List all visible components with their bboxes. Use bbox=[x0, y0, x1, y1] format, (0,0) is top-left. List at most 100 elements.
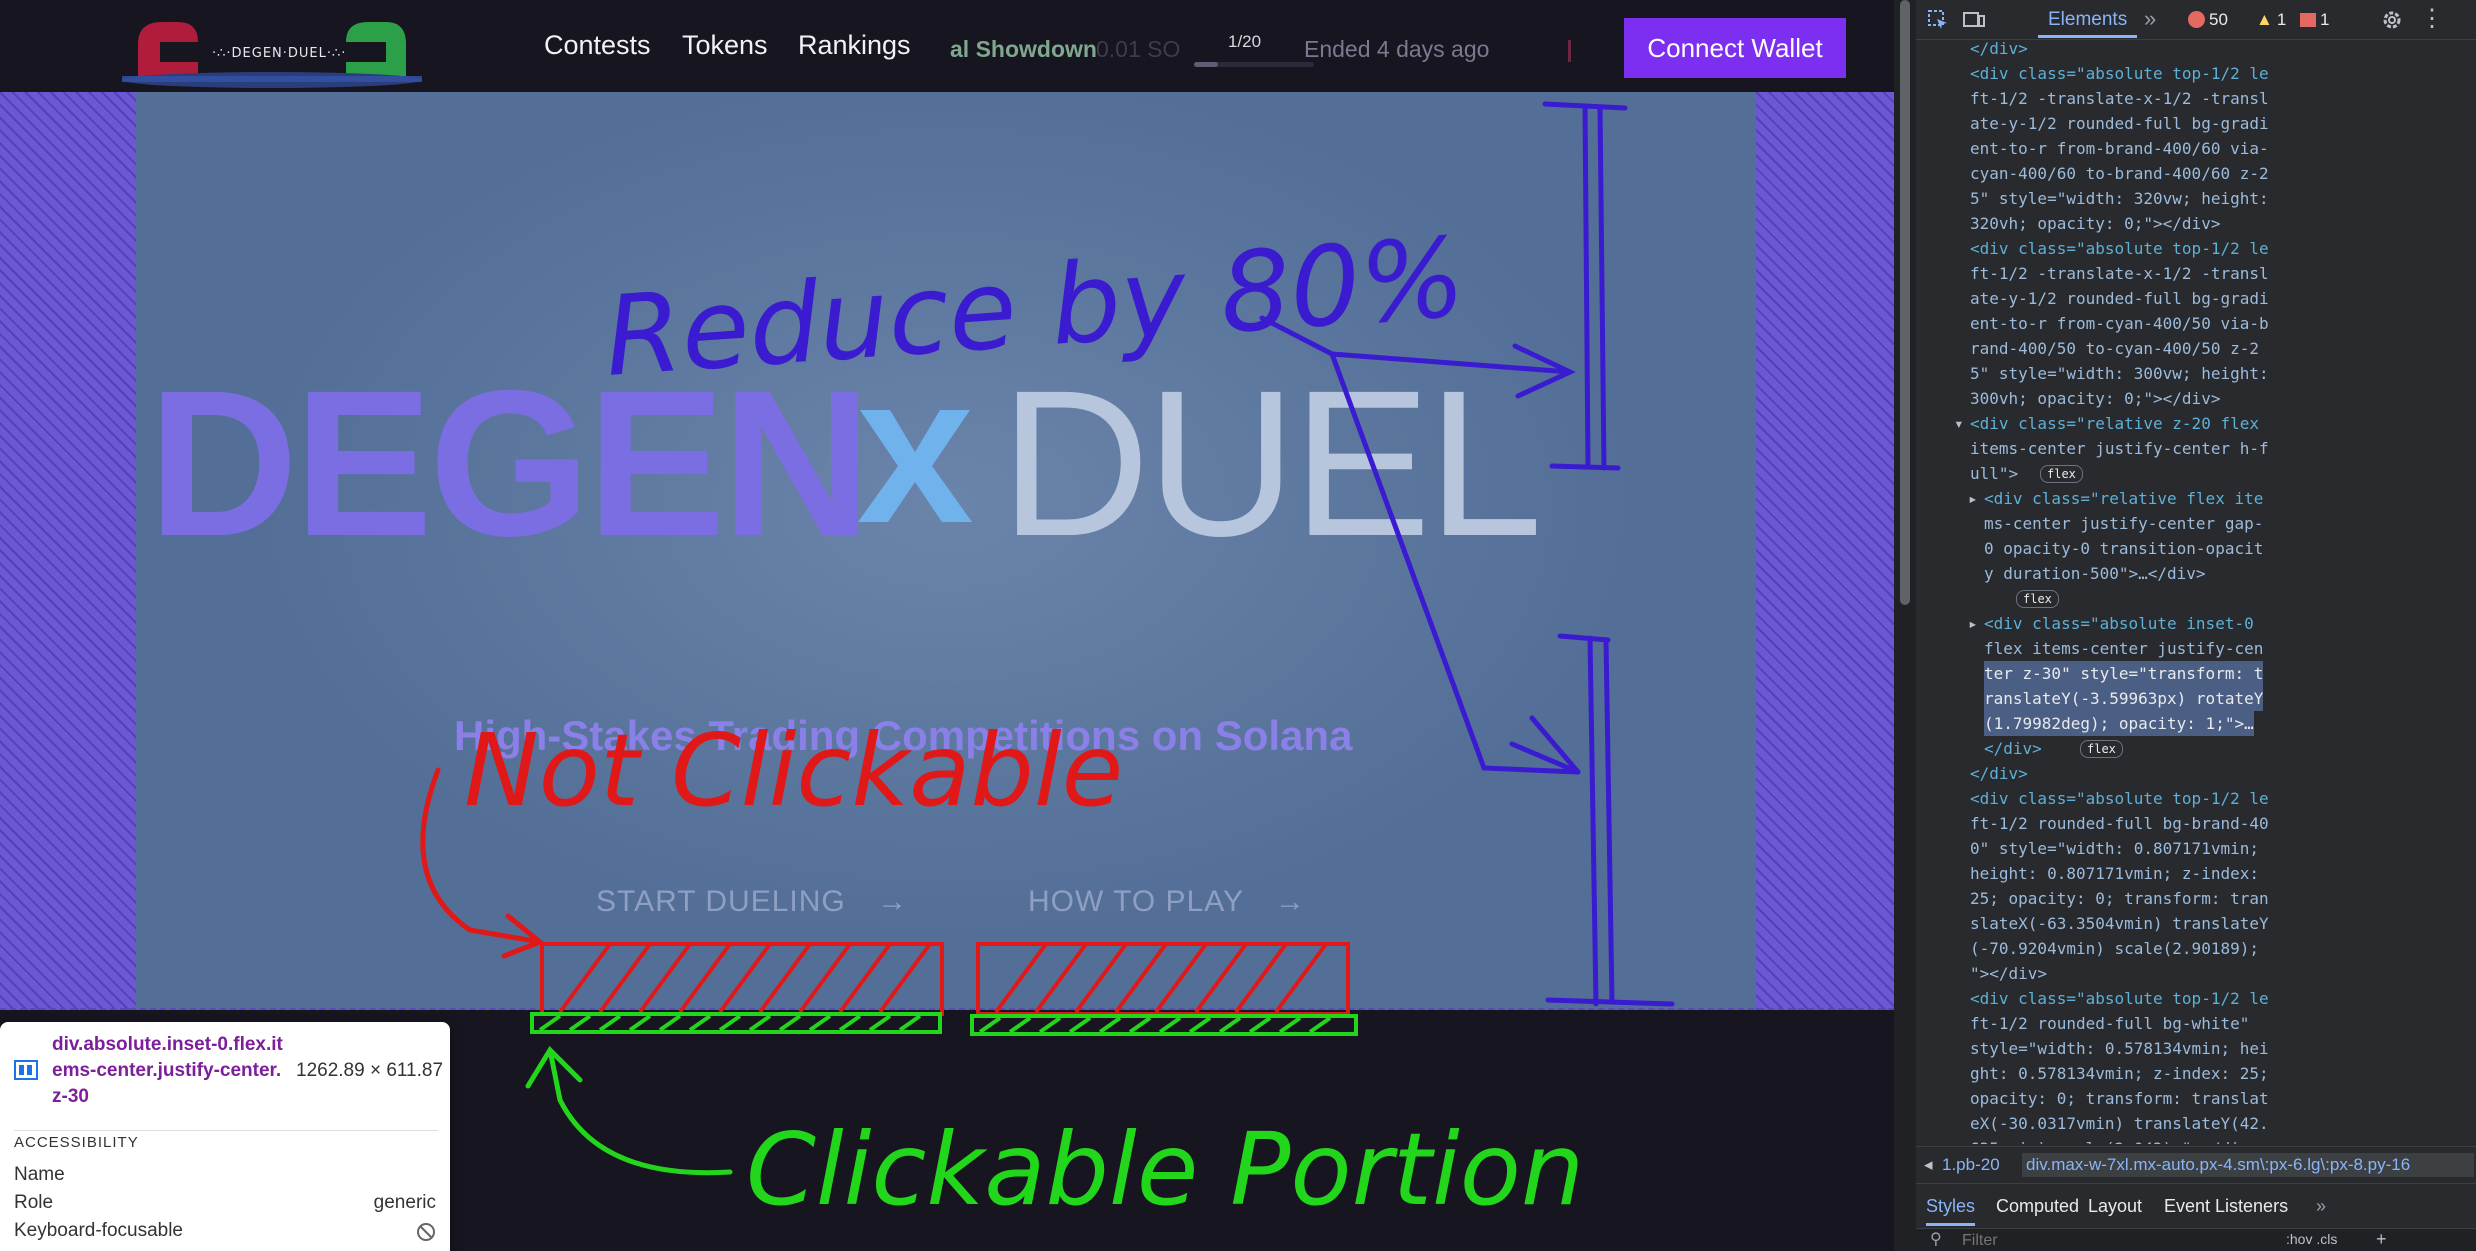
dom-node-line[interactable]: <div class="absolute top-1/2 le bbox=[1970, 986, 2269, 1011]
more-tabs-icon[interactable]: » bbox=[2144, 6, 2156, 32]
tab-elements[interactable]: Elements bbox=[2038, 2, 2138, 38]
filter-icon: ⚲ bbox=[1930, 1231, 1942, 1248]
site-logo[interactable]: ·∴·DEGEN·DUEL·∴· bbox=[118, 14, 426, 92]
dom-node-line[interactable]: ms-center justify-center gap- bbox=[1984, 511, 2263, 536]
issues-counter[interactable]: 1 bbox=[2300, 10, 2329, 30]
dom-node-line[interactable]: <div class="relative flex ite bbox=[1984, 486, 2263, 511]
dom-node-line[interactable]: 5" style="width: 320vw; height: bbox=[1970, 186, 2269, 211]
page-scrollbar[interactable] bbox=[1894, 0, 1916, 1251]
styles-filter-input[interactable] bbox=[1962, 1231, 2162, 1251]
dom-node-line[interactable]: </div> bbox=[1970, 40, 2028, 61]
page-scrollbar-thumb[interactable] bbox=[1900, 0, 1910, 605]
hero-tagline: High-Stakes Trading Competitions on Sola… bbox=[454, 712, 1353, 759]
dom-node-line[interactable]: style="width: 0.578134vmin; hei bbox=[1970, 1036, 2269, 1061]
tab-computed[interactable]: Computed bbox=[1996, 1196, 2079, 1217]
dom-node-line[interactable]: ent-to-r from-cyan-400/50 via-b bbox=[1970, 311, 2269, 336]
connect-wallet-button[interactable]: Connect Wallet bbox=[1624, 18, 1846, 78]
error-counter[interactable]: 50 bbox=[2188, 10, 2228, 30]
nav-rankings-link[interactable]: Rankings bbox=[798, 30, 911, 61]
tab-styles[interactable]: Styles bbox=[1926, 1196, 1976, 1226]
dom-node-line[interactable]: <div class="relative z-20 flex bbox=[1970, 411, 2259, 436]
not-allowed-icon bbox=[417, 1223, 435, 1241]
dom-node-line[interactable]: flex items-center justify-cen bbox=[1984, 636, 2263, 661]
dom-node-line[interactable]: <div class="absolute top-1/2 le bbox=[1970, 61, 2269, 86]
dom-node-line[interactable]: ter z-30" style="transform: t bbox=[1984, 661, 2264, 686]
dom-node-line[interactable]: ent-to-r from-brand-400/60 via- bbox=[1970, 136, 2269, 161]
dom-node-line[interactable]: eX(-30.0317vmin) translateY(42. bbox=[1970, 1111, 2269, 1136]
dom-node-line[interactable]: rand-400/50 to-cyan-400/50 z-2 bbox=[1970, 336, 2259, 361]
flex-badge[interactable]: flex bbox=[2080, 740, 2123, 758]
issues-count: 1 bbox=[2320, 10, 2330, 29]
dom-node-line[interactable]: <div class="absolute top-1/2 le bbox=[1970, 236, 2269, 261]
more-tabs-icon[interactable]: » bbox=[2316, 1196, 2326, 1217]
dom-node-line[interactable]: <div class="absolute inset-0 bbox=[1984, 611, 2254, 636]
dom-node-line[interactable]: </div> bbox=[1984, 736, 2042, 761]
nav-contests-link[interactable]: Contests bbox=[544, 30, 651, 61]
inspect-element-icon[interactable] bbox=[1926, 8, 1950, 32]
inspector-accessibility-heading: ACCESSIBILITY bbox=[14, 1134, 139, 1151]
breadcrumb-item[interactable]: 1.pb-20 bbox=[1942, 1155, 2000, 1175]
expand-triangle-icon[interactable]: ▸ bbox=[1968, 486, 1978, 511]
expand-triangle-icon[interactable]: ▸ bbox=[1968, 611, 1978, 636]
dom-node-line[interactable]: 300vh; opacity: 0;"></div> bbox=[1970, 386, 2220, 411]
hov-cls-toggles[interactable]: :hov .cls bbox=[2286, 1231, 2337, 1247]
nav-tokens-link[interactable]: Tokens bbox=[682, 30, 768, 61]
dom-node-line[interactable]: cyan-400/60 to-brand-400/60 z-2 bbox=[1970, 161, 2269, 186]
dom-node-line[interactable]: ght: 0.578134vmin; z-index: 25; bbox=[1970, 1061, 2269, 1086]
dom-node-line[interactable]: items-center justify-center h-f bbox=[1970, 436, 2269, 461]
warning-counter[interactable]: ▲ 1 bbox=[2256, 10, 2286, 30]
how-to-play-label: HOW TO PLAY bbox=[1028, 885, 1244, 918]
breadcrumb: ◂ 1.pb-20 div.max-w-7xl.mx-auto.px-4.sm\… bbox=[1916, 1146, 2476, 1184]
dom-node-line[interactable]: ate-y-1/2 rounded-full bg-gradi bbox=[1970, 286, 2269, 311]
dom-node-line[interactable]: 320vh; opacity: 0;"></div> bbox=[1970, 211, 2220, 236]
settings-gear-icon[interactable] bbox=[2380, 8, 2404, 32]
tab-layout[interactable]: Layout bbox=[2088, 1196, 2142, 1217]
how-to-play-button[interactable]: HOW TO PLAY → bbox=[976, 866, 1376, 938]
tab-event-listeners[interactable]: Event Listeners bbox=[2164, 1196, 2288, 1217]
dom-node-line[interactable]: 25; opacity: 0; transform: tran bbox=[1970, 886, 2269, 911]
dom-node-line[interactable]: 0 opacity-0 transition-opacit bbox=[1984, 536, 2263, 561]
devtools-menu-icon[interactable]: ⋮ bbox=[2420, 4, 2444, 33]
dom-node-line[interactable]: ft-1/2 -translate-x-1/2 -transl bbox=[1970, 261, 2269, 286]
dom-node-line[interactable]: (-70.9204vmin) scale(2.90189); bbox=[1970, 936, 2259, 961]
breadcrumb-left-arrow-icon[interactable]: ◂ bbox=[1924, 1155, 1933, 1175]
dom-node-line[interactable]: opacity: 0; transform: translat bbox=[1970, 1086, 2269, 1111]
svg-text:·∴·DEGEN·DUEL·∴·: ·∴·DEGEN·DUEL·∴· bbox=[212, 46, 346, 61]
dom-node-line[interactable]: slateX(-63.3504vmin) translateY bbox=[1970, 911, 2269, 936]
hero-x-logo-icon bbox=[858, 410, 972, 522]
flex-badge[interactable]: flex bbox=[2040, 465, 2083, 483]
dom-node-line[interactable]: y duration-500">…</div> bbox=[1984, 561, 2206, 586]
start-dueling-button[interactable]: START DUELING → bbox=[544, 866, 944, 938]
dom-node-line[interactable]: (1.79982deg); opacity: 1;">… bbox=[1984, 711, 2254, 736]
expand-triangle-icon[interactable]: ▾ bbox=[1954, 411, 1964, 436]
error-count: 50 bbox=[2209, 10, 2228, 29]
dom-node-line[interactable]: "></div> bbox=[1970, 961, 2047, 986]
dom-node-line[interactable]: ft-1/2 -translate-x-1/2 -transl bbox=[1970, 86, 2269, 111]
dom-node-line[interactable]: ate-y-1/2 rounded-full bg-gradi bbox=[1970, 111, 2269, 136]
inspector-size: 1262.89 × 611.87 bbox=[296, 1060, 444, 1081]
error-icon bbox=[2188, 11, 2205, 28]
start-dueling-label: START DUELING bbox=[596, 885, 846, 918]
device-toolbar-icon[interactable] bbox=[1962, 8, 1986, 32]
dom-node-line[interactable]: ull"> bbox=[1970, 461, 2018, 486]
ticker-next-edge bbox=[1568, 40, 1580, 62]
dom-node-line[interactable]: <div class="absolute top-1/2 le bbox=[1970, 786, 2269, 811]
hero-title-degen: DEGEN bbox=[148, 348, 872, 580]
dom-node-line[interactable]: </div> bbox=[1970, 761, 2028, 786]
flex-badge[interactable]: flex bbox=[2016, 590, 2059, 608]
dom-node-line[interactable]: ft-1/2 rounded-full bg-white" bbox=[1970, 1011, 2249, 1036]
dom-node-line[interactable]: ranslateY(-3.59963px) rotateY bbox=[1984, 686, 2264, 711]
dom-node-line[interactable]: 635vmin) scale(2.043);"></div> bbox=[1970, 1136, 2259, 1144]
arrow-right-icon: → bbox=[877, 885, 909, 918]
dom-node-line[interactable]: ft-1/2 rounded-full bg-brand-40 bbox=[1970, 811, 2269, 836]
contest-ticker[interactable]: al Showdown 0.01 SO 1/20 Ended 4 days ag… bbox=[950, 26, 1580, 72]
dom-node-line[interactable]: 5" style="width: 300vw; height: bbox=[1970, 361, 2269, 386]
dom-node-line[interactable]: 0" style="width: 0.807171vmin; bbox=[1970, 836, 2259, 861]
breadcrumb-item-active[interactable]: div.max-w-7xl.mx-auto.px-4.sm\:px-6.lg\:… bbox=[2022, 1153, 2474, 1177]
inspector-tooltip: div.absolute.inset-0.flex.items-center.j… bbox=[0, 1022, 450, 1251]
add-rule-icon[interactable]: + bbox=[2376, 1229, 2387, 1250]
arrow-right-icon: → bbox=[1274, 885, 1306, 918]
ticker-contest-title: al Showdown bbox=[950, 36, 1097, 62]
dom-node-line[interactable]: height: 0.807171vmin; z-index: bbox=[1970, 861, 2259, 886]
elements-tree[interactable]: </div> <div class="absolute top-1/2 le ft-… bbox=[1916, 40, 2476, 1144]
